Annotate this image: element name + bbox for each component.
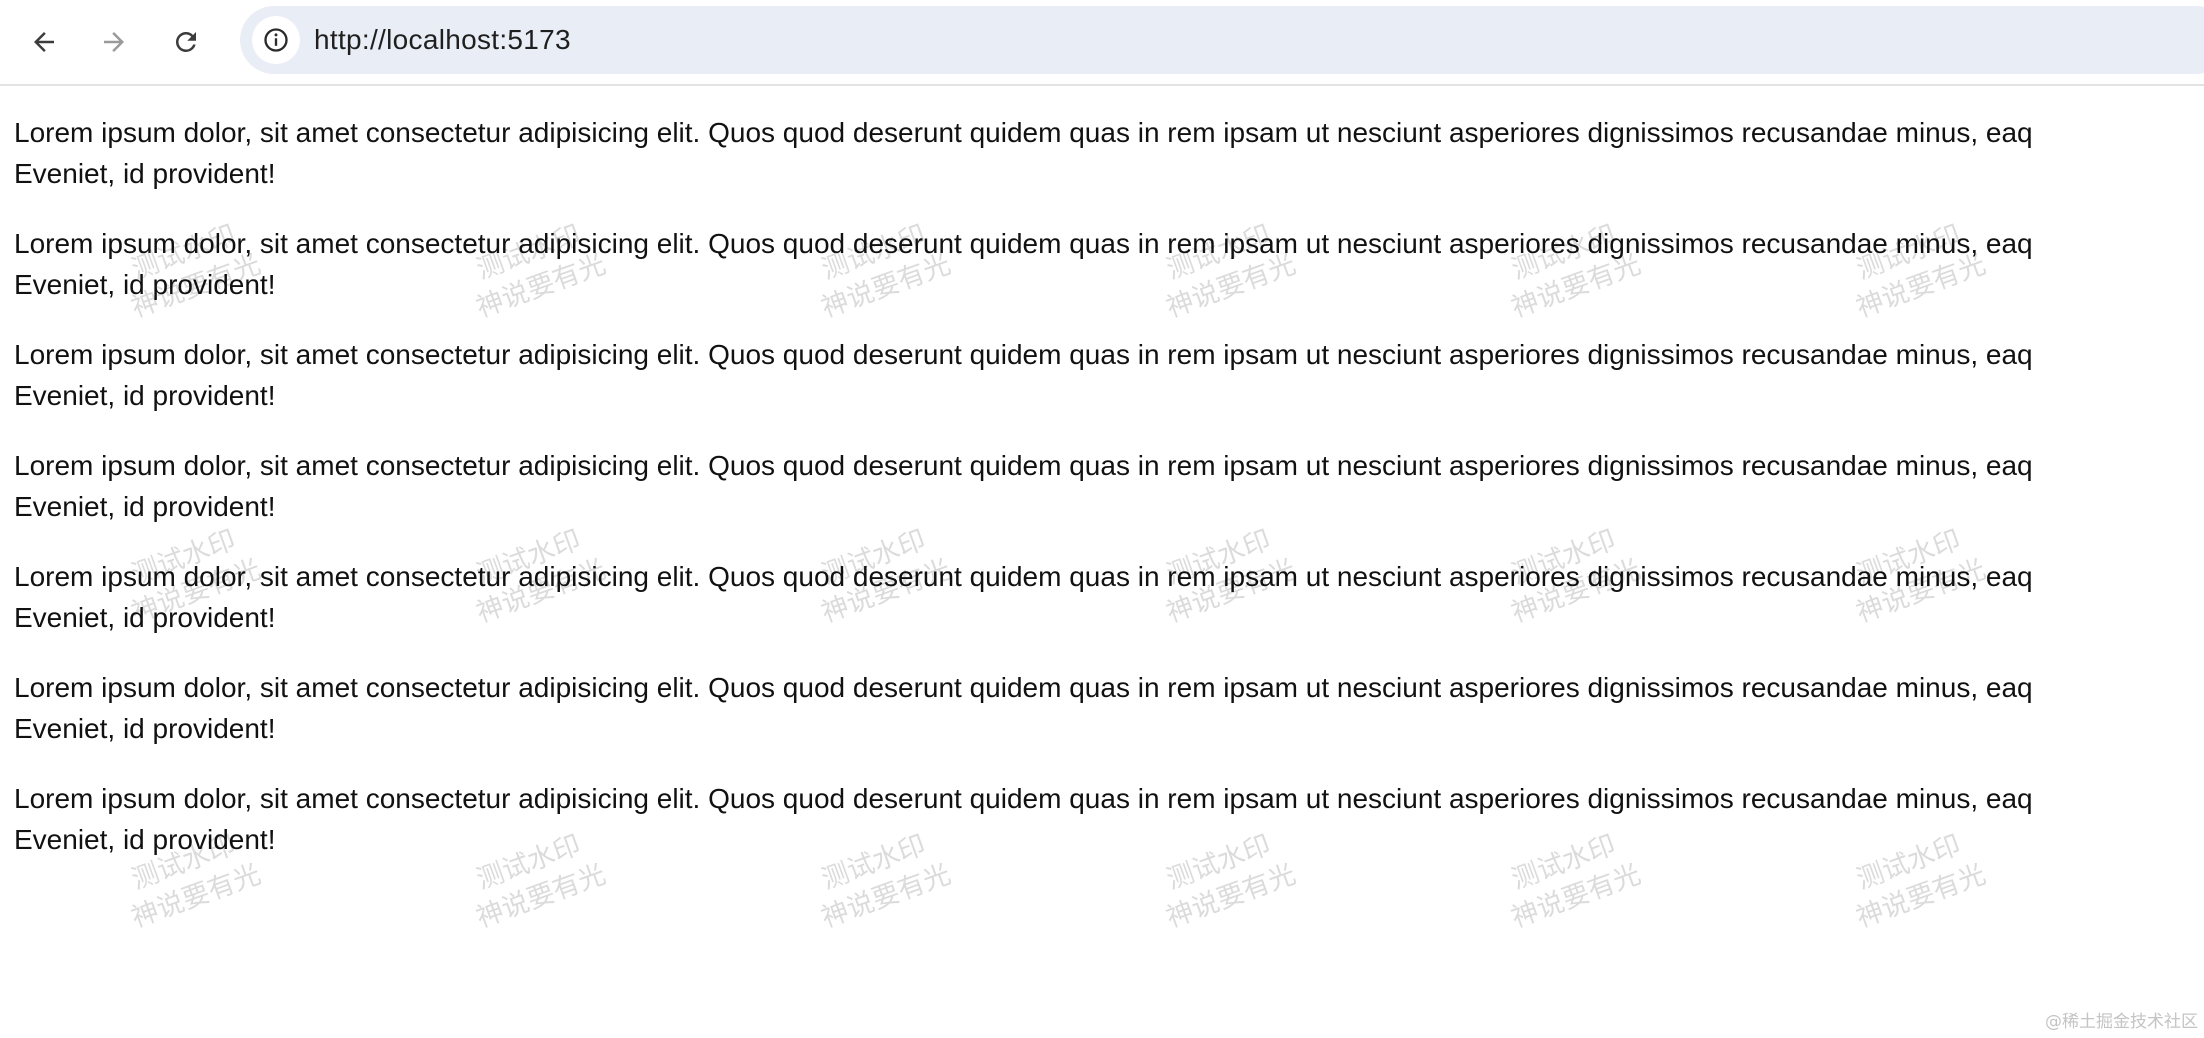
- url-text[interactable]: http://localhost:5173: [314, 6, 571, 74]
- paragraph-line: Lorem ipsum dolor, sit amet consectetur …: [14, 561, 2033, 592]
- arrow-right-icon: [104, 32, 124, 52]
- paragraph: Lorem ipsum dolor, sit amet consectetur …: [14, 667, 2204, 749]
- browser-toolbar: http://localhost:5173: [0, 0, 2204, 86]
- paragraph-line: Lorem ipsum dolor, sit amet consectetur …: [14, 450, 2033, 481]
- paragraph-line: Eveniet, id provident!: [14, 269, 276, 300]
- reload-button[interactable]: [160, 16, 212, 68]
- paragraph-line: Eveniet, id provident!: [14, 380, 276, 411]
- paragraph: Lorem ipsum dolor, sit amet consectetur …: [14, 334, 2204, 416]
- paragraph-line: Eveniet, id provident!: [14, 713, 276, 744]
- paragraph-line: Lorem ipsum dolor, sit amet consectetur …: [14, 783, 2033, 814]
- address-bar[interactable]: http://localhost:5173: [240, 6, 2204, 74]
- paragraph-line: Eveniet, id provident!: [14, 602, 276, 633]
- page-content: Lorem ipsum dolor, sit amet consectetur …: [14, 112, 2204, 889]
- paragraph-line: Eveniet, id provident!: [14, 491, 276, 522]
- arrow-left-icon: [34, 32, 54, 52]
- paragraph-line: Lorem ipsum dolor, sit amet consectetur …: [14, 339, 2033, 370]
- paragraph: Lorem ipsum dolor, sit amet consectetur …: [14, 556, 2204, 638]
- back-button[interactable]: [18, 16, 70, 68]
- paragraph-line: Lorem ipsum dolor, sit amet consectetur …: [14, 228, 2033, 259]
- paragraph-line: Eveniet, id provident!: [14, 158, 276, 189]
- paragraph: Lorem ipsum dolor, sit amet consectetur …: [14, 223, 2204, 305]
- paragraph: Lorem ipsum dolor, sit amet consectetur …: [14, 112, 2204, 194]
- paragraph: Lorem ipsum dolor, sit amet consectetur …: [14, 778, 2204, 860]
- info-icon: [264, 28, 288, 52]
- paragraph-line: Eveniet, id provident!: [14, 824, 276, 855]
- paragraph-line: Lorem ipsum dolor, sit amet consectetur …: [14, 672, 2033, 703]
- reload-icon: [175, 31, 196, 52]
- site-info-button[interactable]: [252, 16, 300, 64]
- forward-button[interactable]: [88, 16, 140, 68]
- site-credit: @稀土掘金技术社区: [2045, 1012, 2198, 1032]
- paragraph-line: Lorem ipsum dolor, sit amet consectetur …: [14, 117, 2033, 148]
- paragraph: Lorem ipsum dolor, sit amet consectetur …: [14, 445, 2204, 527]
